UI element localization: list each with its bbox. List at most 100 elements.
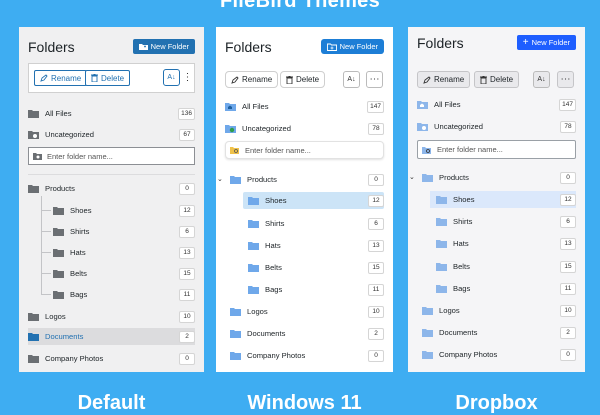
- uncategorized-row[interactable]: Uncategorized 78: [225, 120, 384, 137]
- tree-branch: [41, 210, 51, 211]
- folder-name-input[interactable]: Enter folder name...: [28, 147, 195, 165]
- chevron-down-icon[interactable]: ⌄: [409, 173, 415, 181]
- folder-row-documents[interactable]: Documents 2: [28, 328, 195, 345]
- all-files-row[interactable]: All Files 147: [417, 96, 576, 113]
- folder-label: Hats: [265, 241, 281, 250]
- new-folder-button[interactable]: New Folder: [320, 39, 384, 54]
- folder-icon: [28, 333, 39, 341]
- folder-row-bags[interactable]: Bags 11: [53, 286, 195, 303]
- panel-title: Folders: [225, 39, 272, 55]
- all-files-label: All Files: [242, 102, 269, 111]
- folder-row-documents[interactable]: Documents 2: [422, 324, 576, 341]
- folder-icon: [230, 308, 241, 316]
- uncategorized-row[interactable]: Uncategorized 78: [417, 118, 576, 135]
- folder-row-products[interactable]: Products 0: [422, 169, 576, 186]
- panel-header: Folders + New Folder: [417, 35, 576, 55]
- folder-icon: [53, 249, 64, 257]
- more-options-icon[interactable]: ⋮: [179, 69, 196, 86]
- count-badge: 12: [560, 193, 576, 206]
- rename-button[interactable]: Rename: [225, 71, 279, 88]
- folder-name-placeholder: Enter folder name...: [245, 145, 311, 155]
- folder-row-shirts[interactable]: Shirts 6: [436, 213, 576, 230]
- all-files-row[interactable]: All Files 147: [225, 98, 384, 115]
- count-badge: 0: [179, 352, 195, 365]
- folder-row-logos[interactable]: Logos 10: [422, 302, 576, 319]
- delete-button[interactable]: Delete: [85, 70, 131, 86]
- folder-row-belts[interactable]: Belts 15: [53, 265, 195, 282]
- folder-row-belts[interactable]: Belts 15: [248, 259, 384, 276]
- folder-search-icon: [33, 153, 42, 160]
- folder-label: Shirts: [453, 217, 473, 226]
- new-folder-label: New Folder: [339, 42, 378, 51]
- delete-button[interactable]: Delete: [280, 71, 326, 88]
- folder-icon: [53, 291, 64, 299]
- folder-clock-icon: [225, 125, 236, 133]
- folder-row-bags[interactable]: Bags 11: [248, 281, 384, 298]
- more-options-icon[interactable]: ⋯: [366, 71, 383, 88]
- plus-icon: +: [522, 36, 529, 48]
- folder-row-bags[interactable]: Bags 11: [436, 280, 576, 297]
- folder-row-products[interactable]: Products 0: [230, 171, 384, 188]
- folder-open-icon: [28, 185, 39, 193]
- rename-label: Rename: [51, 73, 82, 83]
- count-badge: 2: [560, 326, 576, 339]
- toolbar: Rename Delete A↓ ⋯: [225, 67, 384, 91]
- more-options-icon[interactable]: ⋯: [557, 71, 574, 88]
- new-folder-button[interactable]: New Folder: [132, 39, 195, 54]
- count-badge: 11: [368, 283, 384, 296]
- folder-row-belts[interactable]: Belts 15: [436, 258, 576, 275]
- folder-label: Products: [247, 175, 277, 184]
- rename-button[interactable]: Rename: [417, 71, 471, 88]
- chevron-down-icon[interactable]: ⌄: [217, 175, 223, 183]
- folder-label: Products: [439, 173, 469, 182]
- folder-icon: [436, 285, 447, 293]
- folder-row-products[interactable]: Products 0: [28, 180, 195, 197]
- rename-button[interactable]: Rename: [34, 70, 88, 86]
- count-badge: 136: [178, 107, 195, 120]
- tree-branch: [41, 252, 51, 253]
- folder-row-shoes[interactable]: Shoes 12: [436, 191, 576, 208]
- new-folder-button[interactable]: + New Folder: [516, 35, 576, 50]
- folder-row-shirts[interactable]: Shirts 6: [248, 215, 384, 232]
- tree-branch: [41, 273, 51, 274]
- folder-search-icon: [230, 147, 239, 154]
- folder-row-documents[interactable]: Documents 2: [230, 325, 384, 342]
- count-badge: 0: [368, 349, 384, 362]
- all-files-row[interactable]: All Files 136: [28, 105, 195, 122]
- folder-search-icon: [422, 146, 431, 154]
- folder-row-hats[interactable]: Hats 13: [436, 235, 576, 252]
- folder-row-shoes[interactable]: Shoes 12: [248, 192, 384, 209]
- folder-row-company-photos[interactable]: Company Photos 0: [28, 350, 195, 367]
- folder-row-hats[interactable]: Hats 13: [248, 237, 384, 254]
- count-badge: 78: [368, 122, 384, 135]
- count-badge: 2: [368, 327, 384, 340]
- sort-az-icon[interactable]: A↓: [343, 71, 360, 88]
- count-badge: 6: [368, 217, 384, 230]
- delete-button[interactable]: Delete: [474, 71, 520, 88]
- panel-title: Folders: [28, 39, 75, 55]
- folder-row-company-photos[interactable]: Company Photos 0: [422, 346, 576, 363]
- panel-header: Folders New Folder: [225, 39, 384, 59]
- all-files-label: All Files: [45, 109, 72, 118]
- new-folder-label: New Folder: [150, 42, 189, 51]
- sort-az-icon[interactable]: A↓: [163, 69, 180, 86]
- folder-row-company-photos[interactable]: Company Photos 0: [230, 347, 384, 364]
- folder-row-logos[interactable]: Logos 10: [230, 303, 384, 320]
- folder-row-hats[interactable]: Hats 13: [53, 244, 195, 261]
- folder-icon: [436, 263, 447, 271]
- sort-az-icon[interactable]: A↓: [533, 71, 550, 88]
- folder-icon: [248, 197, 259, 205]
- folder-name-input[interactable]: Enter folder name...: [417, 140, 576, 159]
- uncategorized-label: Uncategorized: [45, 130, 94, 139]
- count-badge: 0: [560, 348, 576, 361]
- folder-icon: [436, 240, 447, 248]
- folder-row-shirts[interactable]: Shirts 6: [53, 223, 195, 240]
- uncategorized-row[interactable]: Uncategorized 67: [28, 126, 195, 143]
- folder-icon: [422, 329, 433, 337]
- folder-name-input[interactable]: Enter folder name...: [225, 141, 384, 159]
- folder-icon: [248, 286, 259, 294]
- uncategorized-label: Uncategorized: [242, 124, 291, 133]
- count-badge: 0: [560, 171, 576, 184]
- folder-row-shoes[interactable]: Shoes 12: [53, 202, 195, 219]
- folder-row-logos[interactable]: Logos 10: [28, 308, 195, 325]
